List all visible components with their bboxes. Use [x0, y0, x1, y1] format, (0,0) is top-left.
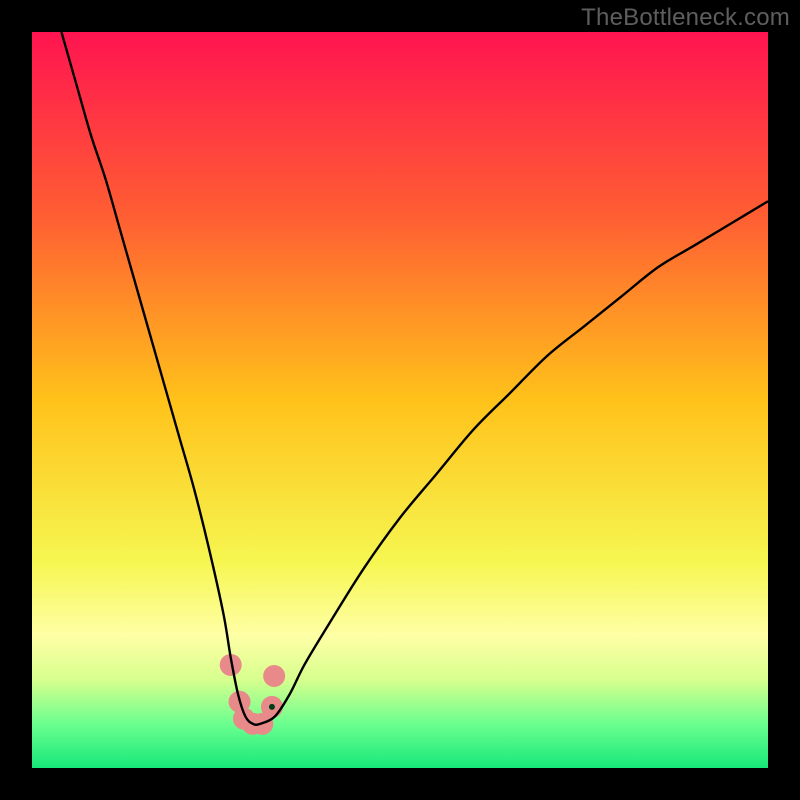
- bottleneck-chart: [0, 0, 800, 800]
- marker-dot: [263, 665, 285, 687]
- watermark-text: TheBottleneck.com: [581, 4, 790, 32]
- plot-background: [32, 32, 768, 768]
- accent-dot: [269, 704, 275, 710]
- chart-stage: TheBottleneck.com: [0, 0, 800, 800]
